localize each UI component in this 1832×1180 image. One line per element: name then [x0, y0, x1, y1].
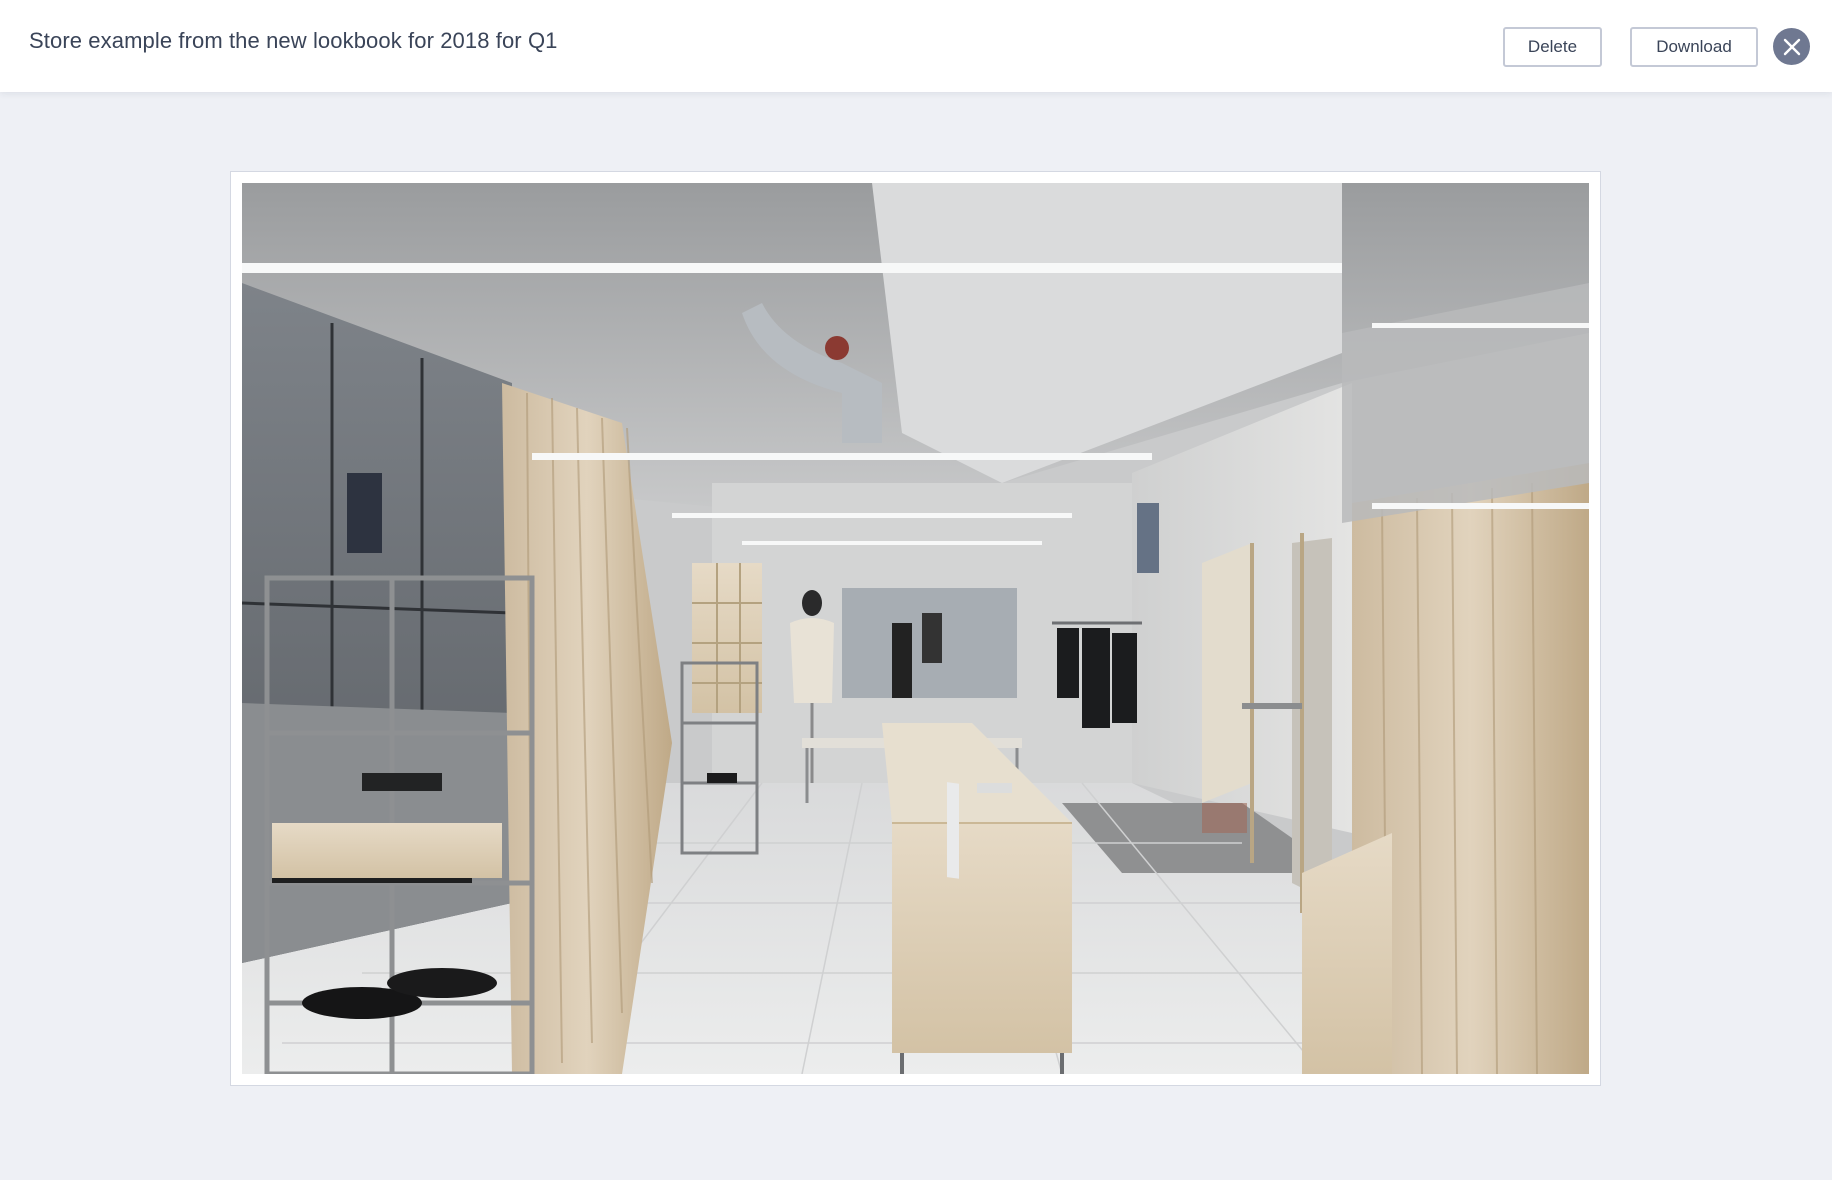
- page-title: Store example from the new lookbook for …: [29, 28, 558, 53]
- close-button[interactable]: [1773, 28, 1810, 65]
- top-bar: Store example from the new lookbook for …: [0, 0, 1832, 92]
- delete-button[interactable]: Delete: [1503, 27, 1602, 67]
- download-button[interactable]: Download: [1630, 27, 1758, 67]
- image-preview-frame: [230, 171, 1601, 1086]
- close-icon: [1783, 38, 1800, 55]
- store-photo: [242, 183, 1589, 1074]
